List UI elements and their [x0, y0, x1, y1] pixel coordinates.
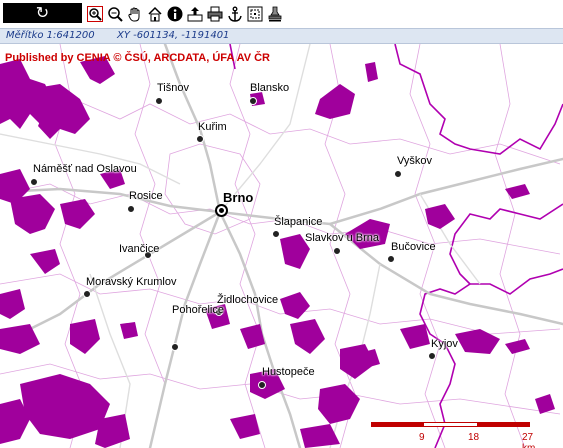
city-label-kurim: Kuřim [198, 121, 227, 133]
scale-label-9: 9 [419, 432, 425, 443]
city-marker [155, 97, 163, 105]
city-marker [127, 205, 135, 213]
city-marker [196, 135, 204, 143]
anchor-icon[interactable] [226, 5, 244, 23]
scale-label-18: 18 [468, 432, 480, 443]
map-background [0, 44, 563, 448]
zoom-out-icon[interactable] [106, 5, 124, 23]
city-label-slavkov: Slavkov u Brna [305, 232, 379, 244]
city-label-ivancice: Ivančice [119, 243, 160, 255]
city-label-krumlov: Moravský Krumlov [86, 276, 177, 288]
city-marker [387, 255, 395, 263]
pan-hand-icon[interactable] [126, 5, 144, 23]
city-marker [394, 170, 402, 178]
city-marker [428, 352, 436, 360]
city-label-hustopece: Hustopeče [262, 366, 315, 378]
info-icon[interactable] [166, 5, 184, 23]
city-label-tisnov: Tišnov [157, 82, 189, 94]
city-label-kyjov: Kyjov [431, 338, 458, 350]
city-marker [333, 247, 341, 255]
export-icon[interactable] [186, 5, 204, 23]
fullscreen-icon[interactable] [246, 5, 264, 23]
city-marker [30, 178, 38, 186]
city-marker-capital [215, 204, 228, 217]
scale-readout: Měřítko 1:641200 [6, 30, 95, 41]
stamp-icon[interactable] [266, 5, 284, 23]
zoom-in-icon[interactable] [86, 5, 104, 23]
city-label-namest: Náměšť nad Oslavou [33, 163, 137, 175]
coordinate-readout: XY -601134, -1191401 [117, 30, 230, 41]
map-canvas[interactable]: Published by CENIA © ČSÚ, ARCDATA, ÚFA A… [0, 44, 563, 448]
city-label-brno: Brno [223, 190, 254, 205]
city-label-blansko: Blansko [250, 82, 290, 94]
city-marker [83, 290, 91, 298]
refresh-button[interactable]: ↻ [3, 3, 82, 23]
city-label-rosice: Rosice [129, 190, 163, 202]
city-label-pohorelice: Pohořelice [172, 304, 224, 316]
info-bar: Měřítko 1:641200 XY -601134, -1191401 [0, 28, 563, 44]
city-marker [171, 343, 179, 351]
copyright-notice: Published by CENIA © ČSÚ, ARCDATA, ÚFA A… [5, 52, 270, 64]
scale-segment [477, 422, 530, 427]
print-icon[interactable] [206, 5, 224, 23]
city-label-zidlochovice: Židlochovice [217, 294, 279, 306]
city-marker [272, 230, 280, 238]
home-icon[interactable] [146, 5, 164, 23]
city-label-bucovice: Bučovice [391, 241, 436, 253]
scale-label-27: 27 km [522, 432, 535, 448]
city-label-slapanice: Šlapanice [274, 216, 323, 228]
scale-segment [371, 422, 424, 427]
scale-segment [424, 422, 477, 427]
scale-bar: 9 18 27 km [371, 422, 535, 448]
city-marker [258, 381, 266, 389]
city-marker [249, 97, 257, 105]
toolbar: ↻ [0, 0, 563, 28]
city-label-vyskov: Vyškov [397, 155, 433, 167]
